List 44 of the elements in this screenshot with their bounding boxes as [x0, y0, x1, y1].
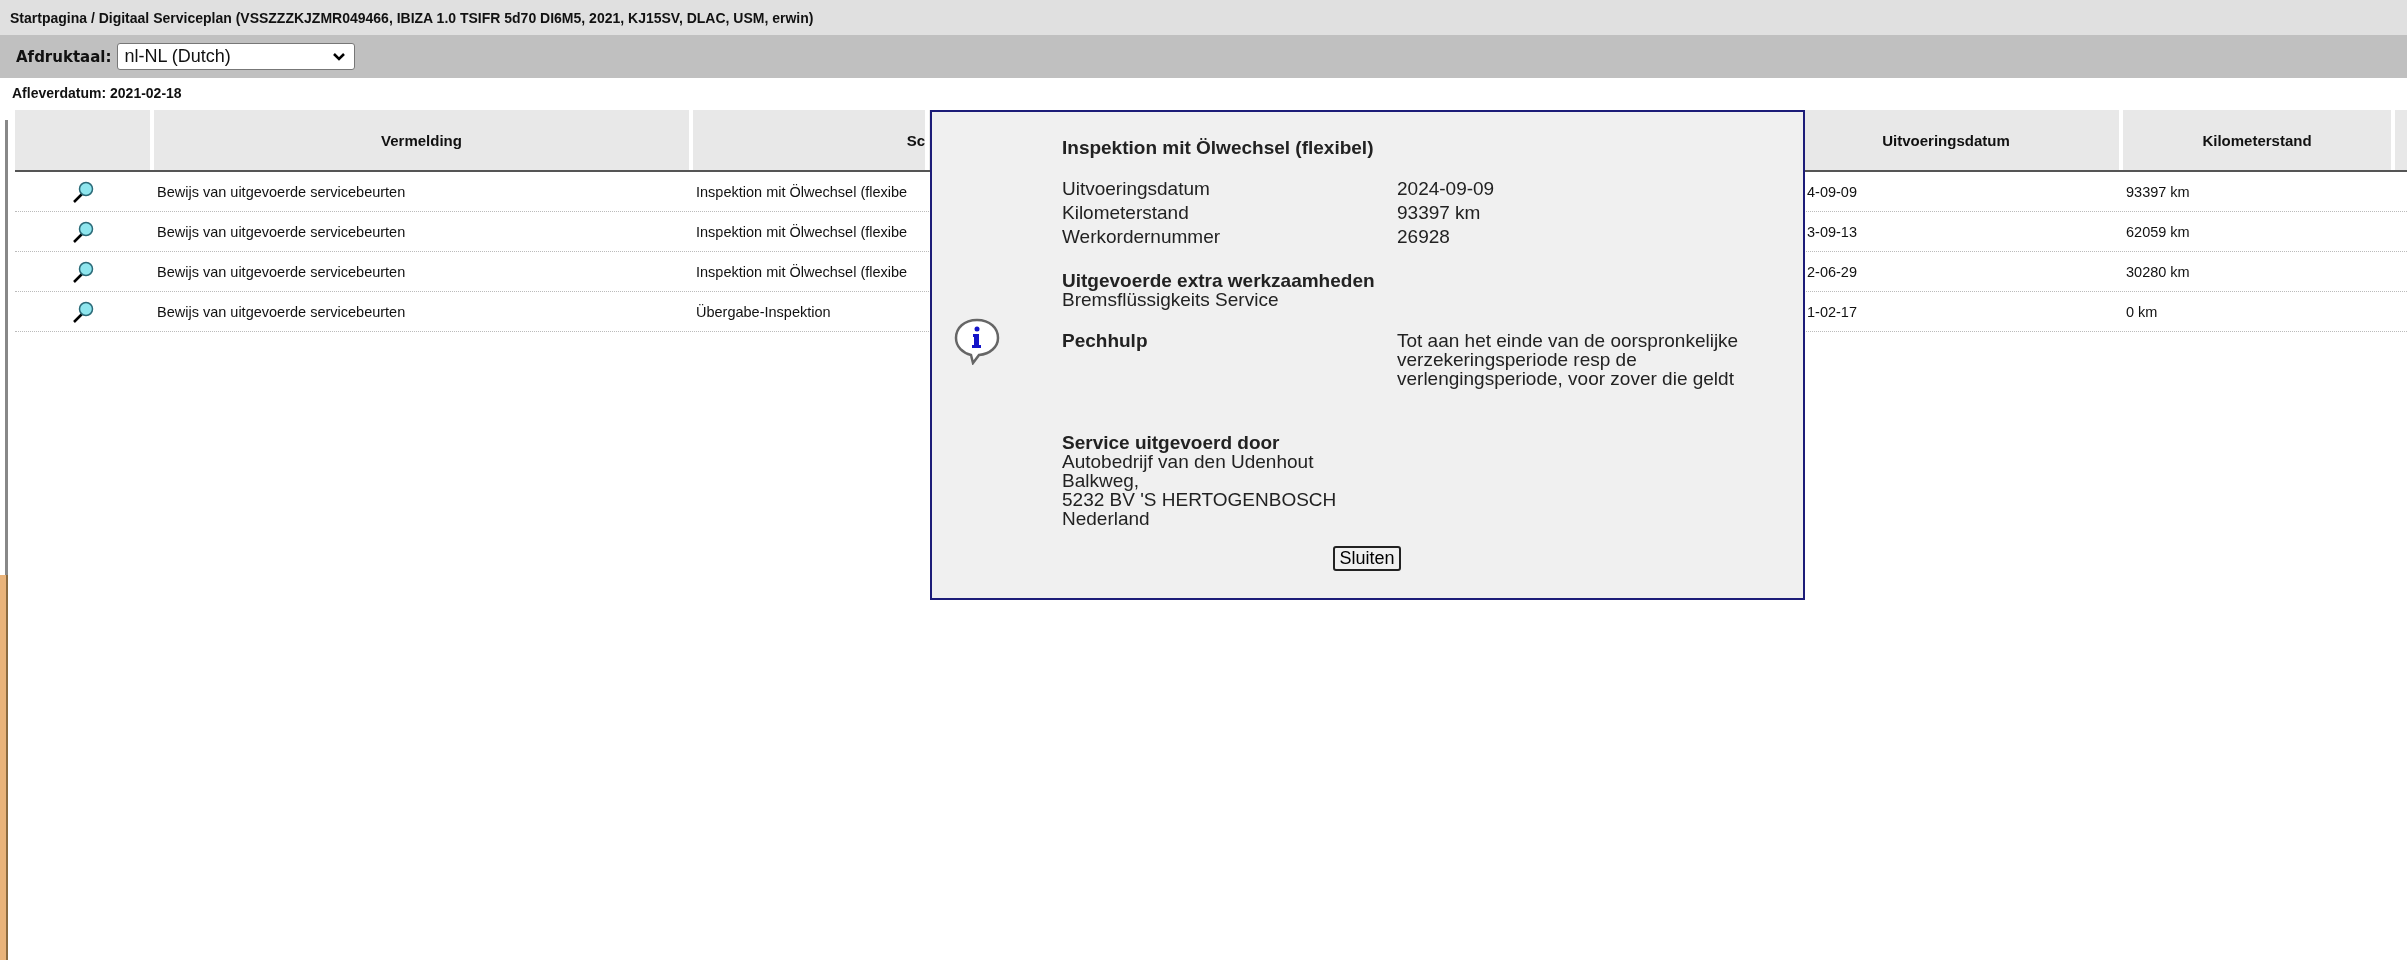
- address-line: 5232 BV 'S HERTOGENBOSCH: [1062, 490, 1338, 509]
- chevron-down-icon: [332, 51, 347, 62]
- section-text: Bremsflüssigkeits Service: [1062, 290, 1280, 309]
- table-cell: Inspektion mit Ölwechsel (flexibe: [696, 183, 908, 200]
- breadcrumb: Startpagina / Digitaal Serviceplan (VSSZZZKJZMR049466, IBIZA 1.0 TSIFR 5d70 DI6M5, 2021, KJ15SV, DLAC, USM, erwin): [10, 9, 814, 26]
- table-cell: 30280 km: [2126, 263, 2190, 280]
- field-label: Kilometerstand: [1062, 201, 1190, 225]
- column-header: Kilometerstand: [2202, 131, 2312, 149]
- column-header: Uitvoeringsdatum: [1882, 131, 2010, 149]
- address-line: Nederland: [1062, 509, 1151, 528]
- table-cell: 3-09-13: [1807, 223, 1857, 240]
- field-label: Uitvoeringsdatum: [1062, 177, 1211, 201]
- table-cell: 4-09-09: [1807, 183, 1857, 200]
- table-cell: Bewijs van uitgevoerde servicebeurten: [157, 303, 406, 320]
- print-language-select[interactable]: nl-NL (Dutch): [117, 43, 356, 70]
- table-cell: Bewijs van uitgevoerde servicebeurten: [157, 183, 406, 200]
- field-label: Werkordernummer: [1062, 225, 1222, 249]
- table-cell: 62059 km: [2126, 223, 2190, 240]
- column-header: Sc: [906, 131, 925, 149]
- field-value: 26928: [1397, 225, 1451, 249]
- close-button[interactable]: Sluiten: [1333, 546, 1401, 571]
- dialog-title: Inspektion mit Ölwechsel (flexibel): [1062, 137, 1375, 159]
- table-cell: Inspektion mit Ölwechsel (flexibe: [696, 223, 908, 240]
- table-cell: Übergabe-Inspektion: [696, 303, 831, 320]
- info-icon: [952, 317, 1002, 365]
- print-language-label: Afdruktaal:: [16, 47, 112, 66]
- table-cell: Inspektion mit Ölwechsel (flexibe: [696, 263, 908, 280]
- section-text: Tot aan het einde van de oorspronkelijke verzekeringsperiode resp de verlengingsperiode, voor zover die geldt: [1397, 331, 1740, 388]
- field-value: 2024-09-09: [1397, 177, 1496, 201]
- table-cell: Bewijs van uitgevoerde servicebeurten: [157, 223, 406, 240]
- address-line: Balkweg,: [1062, 471, 1140, 490]
- column-header: [2395, 110, 2407, 170]
- table-cell: 0 km: [2126, 303, 2158, 320]
- table-cell: 1-02-17: [1807, 303, 1857, 320]
- table-cell: 2-06-29: [1807, 263, 1857, 280]
- table-cell: Bewijs van uitgevoerde servicebeurten: [157, 263, 406, 280]
- field-value: 93397 km: [1397, 201, 1482, 225]
- section-heading: Uitgevoerde extra werkzaamheden: [1062, 271, 1376, 290]
- section-heading: Service uitgevoerd door: [1062, 433, 1281, 452]
- address-line: Autobedrijf van den Udenhout: [1062, 452, 1315, 471]
- section-heading: Pechhulp: [1062, 331, 1149, 353]
- column-header: Vermelding: [381, 131, 462, 149]
- delivery-date: Afleverdatum: 2021-02-18: [11, 84, 183, 103]
- table-cell: 93397 km: [2126, 183, 2190, 200]
